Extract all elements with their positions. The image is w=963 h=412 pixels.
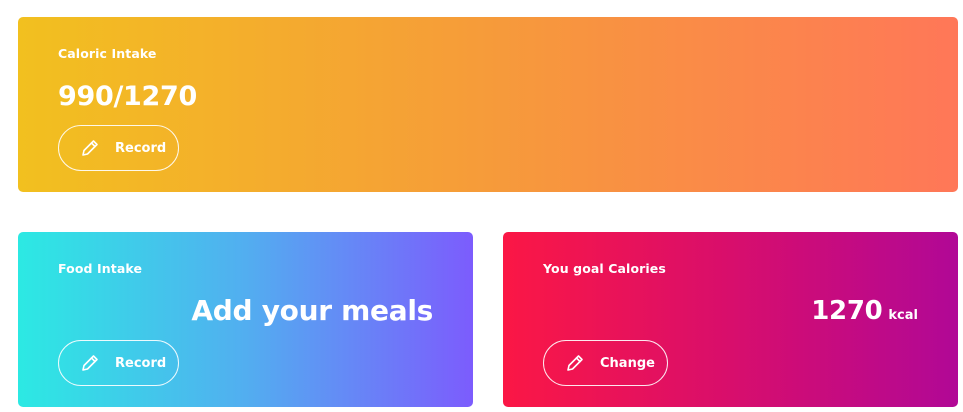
goal-calories-unit: kcal <box>888 308 918 323</box>
food-intake-label: Food Intake <box>58 261 143 276</box>
change-goal-button-label: Change <box>600 355 655 371</box>
goal-calories-number: 1270 <box>811 296 883 326</box>
caloric-intake-label: Caloric Intake <box>58 46 157 61</box>
goal-calories-value: 1270 kcal <box>811 296 918 326</box>
goal-calories-label: You goal Calories <box>543 261 666 276</box>
record-caloric-button-label: Record <box>115 140 167 156</box>
pencil-icon <box>79 137 101 159</box>
record-food-button-label: Record <box>115 355 167 371</box>
food-intake-card: Food Intake Add your meals Record <box>18 232 473 407</box>
pencil-icon <box>79 352 101 374</box>
pencil-icon <box>564 352 586 374</box>
record-food-button[interactable]: Record <box>58 340 179 386</box>
record-caloric-button[interactable]: Record <box>58 125 179 171</box>
goal-calories-card: You goal Calories 1270 kcal Change <box>503 232 958 407</box>
caloric-intake-card: Caloric Intake 990/1270 Record <box>18 17 958 192</box>
add-meals-headline: Add your meals <box>191 294 433 327</box>
caloric-intake-value: 990/1270 <box>58 81 197 112</box>
change-goal-button[interactable]: Change <box>543 340 668 386</box>
